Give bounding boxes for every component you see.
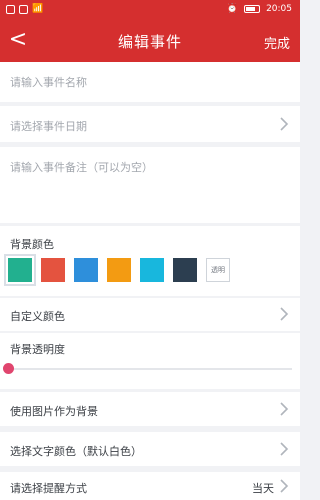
text-color-row[interactable]: 选择文字颜色（默认白色） [0, 432, 300, 466]
title-bar: < 编辑事件 完成 [0, 20, 300, 62]
remark-input[interactable]: 请输入事件备注（可以为空） [10, 159, 153, 175]
color-swatch-navy[interactable] [173, 258, 197, 282]
custom-color-label: 自定义颜色 [10, 310, 65, 323]
event-date-label: 请选择事件日期 [10, 120, 87, 133]
signal-icon: 📶 [32, 4, 44, 14]
color-swatch-red[interactable] [41, 258, 65, 282]
reminder-label: 请选择提醒方式 [10, 482, 87, 495]
color-swatch-cyan[interactable] [140, 258, 164, 282]
chevron-right-icon [278, 116, 290, 132]
background-color-section: 背景颜色 透明 [0, 226, 300, 296]
transparency-slider-thumb[interactable] [3, 363, 14, 374]
page-title: 编辑事件 [117, 33, 182, 51]
status-time: 20:05 [266, 4, 292, 14]
remark-field[interactable]: 请输入事件备注（可以为空） [0, 147, 300, 223]
battery-icon [244, 5, 261, 13]
transparency-slider-track[interactable] [8, 368, 292, 370]
image-background-row[interactable]: 使用图片作为背景 [0, 392, 300, 426]
event-name-input[interactable]: 请输入事件名称 [10, 74, 87, 90]
color-swatch-green[interactable] [4, 254, 36, 286]
reminder-row[interactable]: 请选择提醒方式 当天 [0, 472, 300, 500]
text-color-label: 选择文字颜色（默认白色） [10, 445, 142, 458]
chevron-right-icon [278, 478, 290, 494]
color-swatch-orange[interactable] [107, 258, 131, 282]
custom-color-row[interactable]: 自定义颜色 [0, 298, 300, 331]
chevron-right-icon [278, 401, 290, 417]
transparent-option[interactable]: 透明 [206, 258, 230, 282]
done-button[interactable]: 完成 [264, 33, 290, 52]
reminder-value: 当天 [252, 482, 274, 495]
background-color-label: 背景颜色 [10, 238, 54, 251]
notification-icon [19, 4, 28, 14]
transparency-section: 背景透明度 [0, 333, 300, 389]
alarm-icon: ⏰ [226, 4, 239, 14]
status-bar: 📶 ⏰ 20:05 [0, 0, 300, 20]
event-name-field[interactable]: 请输入事件名称 [0, 62, 300, 102]
event-date-row[interactable]: 请选择事件日期 [0, 106, 300, 142]
chevron-right-icon [278, 306, 290, 322]
image-background-label: 使用图片作为背景 [10, 405, 98, 418]
transparency-label: 背景透明度 [10, 343, 65, 356]
color-swatches: 透明 [4, 254, 230, 286]
notification-icon [6, 4, 15, 14]
color-swatch-blue[interactable] [74, 258, 98, 282]
chevron-right-icon [278, 441, 290, 457]
